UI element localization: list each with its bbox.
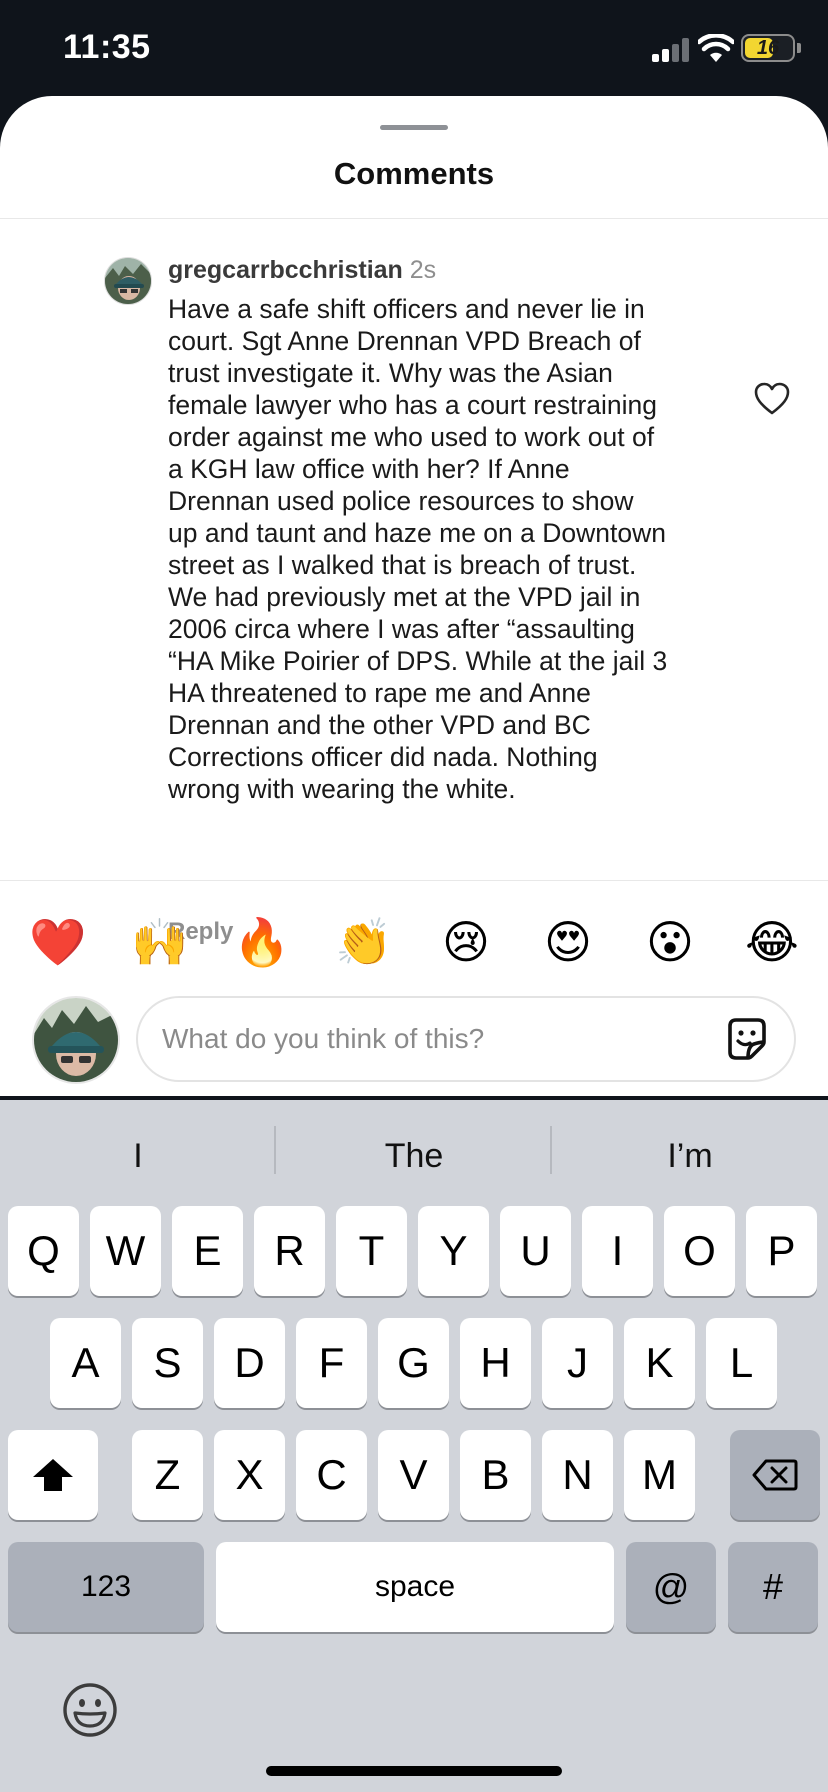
current-user-avatar bbox=[32, 996, 120, 1084]
comment-line: Drennan used police resources to show bbox=[168, 486, 634, 516]
key-e[interactable]: E bbox=[172, 1206, 243, 1296]
comment-line: wrong with wearing the white. bbox=[168, 774, 516, 804]
comment-line: “HA Mike Poirier of DPS. While at the ja… bbox=[168, 646, 668, 676]
keyboard: I The I’m Q W E R T Y U I O P A S D F G … bbox=[0, 1100, 828, 1792]
home-indicator[interactable] bbox=[266, 1766, 562, 1776]
suggestion-1[interactable]: I bbox=[0, 1128, 276, 1184]
cellular-signal-icon bbox=[652, 38, 690, 62]
key-f[interactable]: F bbox=[296, 1318, 367, 1408]
emoji-heart-eyes[interactable]: 😍 bbox=[538, 912, 598, 972]
comment-line: 2006 circa where I was after “assaulting bbox=[168, 614, 635, 644]
key-x[interactable]: X bbox=[214, 1430, 285, 1520]
suggestion-3[interactable]: I’m bbox=[552, 1128, 828, 1184]
backspace-icon bbox=[752, 1459, 798, 1491]
emoji-reaction-bar: ❤️ 🙌 🔥 👏 😢 😍 😮 😂 bbox=[0, 912, 828, 982]
key-r[interactable]: R bbox=[254, 1206, 325, 1296]
commenter-avatar[interactable] bbox=[104, 257, 152, 305]
key-k[interactable]: K bbox=[624, 1318, 695, 1408]
key-m[interactable]: M bbox=[624, 1430, 695, 1520]
emoji-laughing[interactable]: 😂 bbox=[742, 912, 802, 972]
comment-line: Corrections officer did nada. Nothing bbox=[168, 742, 598, 772]
at-key[interactable]: @ bbox=[626, 1542, 716, 1632]
shift-icon bbox=[33, 1459, 73, 1491]
key-n[interactable]: N bbox=[542, 1430, 613, 1520]
battery-level: 16 bbox=[756, 37, 780, 59]
comment-header: gregcarrbcchristian 2s bbox=[168, 256, 436, 285]
key-p[interactable]: P bbox=[746, 1206, 817, 1296]
status-time: 11:35 bbox=[63, 28, 151, 66]
comment-input-box[interactable] bbox=[136, 996, 796, 1082]
comment-line: order against me who used to work out of bbox=[168, 422, 655, 452]
emoji-fire[interactable]: 🔥 bbox=[232, 912, 292, 972]
comment-line: trust investigate it. Why was the Asian bbox=[168, 358, 613, 388]
key-b[interactable]: B bbox=[460, 1430, 531, 1520]
space-key[interactable]: space bbox=[216, 1542, 614, 1632]
battery-cap bbox=[797, 43, 801, 53]
comment-line: street as I walked that is breach of tru… bbox=[168, 550, 637, 580]
comment-input[interactable] bbox=[162, 1014, 702, 1064]
comment-line: a KGH law office with her? If Anne bbox=[168, 454, 570, 484]
comment-line: female lawyer who has a court restrainin… bbox=[168, 390, 658, 420]
status-bar: 11:35 16 bbox=[0, 0, 828, 100]
delete-key[interactable] bbox=[730, 1430, 820, 1520]
numbers-key[interactable]: 123 bbox=[8, 1542, 204, 1632]
key-q[interactable]: Q bbox=[8, 1206, 79, 1296]
comment-text: Have a safe shift officers and never lie… bbox=[168, 293, 728, 805]
key-g[interactable]: G bbox=[378, 1318, 449, 1408]
key-h[interactable]: H bbox=[460, 1318, 531, 1408]
key-a[interactable]: A bbox=[50, 1318, 121, 1408]
header-divider bbox=[0, 218, 828, 219]
comment-line: Drennan and the other VPD and BC bbox=[168, 710, 591, 740]
like-heart-icon[interactable] bbox=[754, 382, 790, 416]
emoji-surprised[interactable]: 😮 bbox=[640, 912, 700, 972]
shift-key[interactable] bbox=[8, 1430, 98, 1520]
sheet-title: Comments bbox=[333, 156, 495, 191]
sheet-grabber[interactable] bbox=[380, 125, 448, 130]
hash-key[interactable]: # bbox=[728, 1542, 818, 1632]
key-u[interactable]: U bbox=[500, 1206, 571, 1296]
key-w[interactable]: W bbox=[90, 1206, 161, 1296]
wifi-icon bbox=[698, 34, 734, 62]
comment-line: We had previously met at the VPD jail in bbox=[168, 582, 641, 612]
emoji-clapping[interactable]: 👏 bbox=[334, 912, 394, 972]
key-s[interactable]: S bbox=[132, 1318, 203, 1408]
key-z[interactable]: Z bbox=[132, 1430, 203, 1520]
key-o[interactable]: O bbox=[664, 1206, 735, 1296]
emoji-crying[interactable]: 😢 bbox=[436, 912, 496, 972]
comment-line: court. Sgt Anne Drennan VPD Breach of bbox=[168, 326, 641, 356]
key-i[interactable]: I bbox=[582, 1206, 653, 1296]
comment-username[interactable]: gregcarrbcchristian bbox=[168, 256, 403, 284]
comment-line: Have a safe shift officers and never lie… bbox=[168, 294, 645, 324]
key-l[interactable]: L bbox=[706, 1318, 777, 1408]
key-v[interactable]: V bbox=[378, 1430, 449, 1520]
comment-line: up and taunt and haze me on a Downtown bbox=[168, 518, 666, 548]
emoji-keyboard-icon[interactable] bbox=[62, 1682, 118, 1738]
sticker-icon[interactable] bbox=[724, 1016, 770, 1062]
emoji-heart[interactable]: ❤️ bbox=[28, 912, 88, 972]
comment-timestamp: 2s bbox=[409, 256, 437, 284]
battery-icon: 16 bbox=[741, 34, 795, 62]
key-t[interactable]: T bbox=[336, 1206, 407, 1296]
emoji-divider bbox=[0, 880, 828, 881]
key-y[interactable]: Y bbox=[418, 1206, 489, 1296]
emoji-raising-hands[interactable]: 🙌 bbox=[130, 912, 190, 972]
key-d[interactable]: D bbox=[214, 1318, 285, 1408]
comment-line: HA threatened to rape me and Anne bbox=[168, 678, 591, 708]
key-c[interactable]: C bbox=[296, 1430, 367, 1520]
suggestion-2[interactable]: The bbox=[276, 1128, 552, 1184]
key-j[interactable]: J bbox=[542, 1318, 613, 1408]
